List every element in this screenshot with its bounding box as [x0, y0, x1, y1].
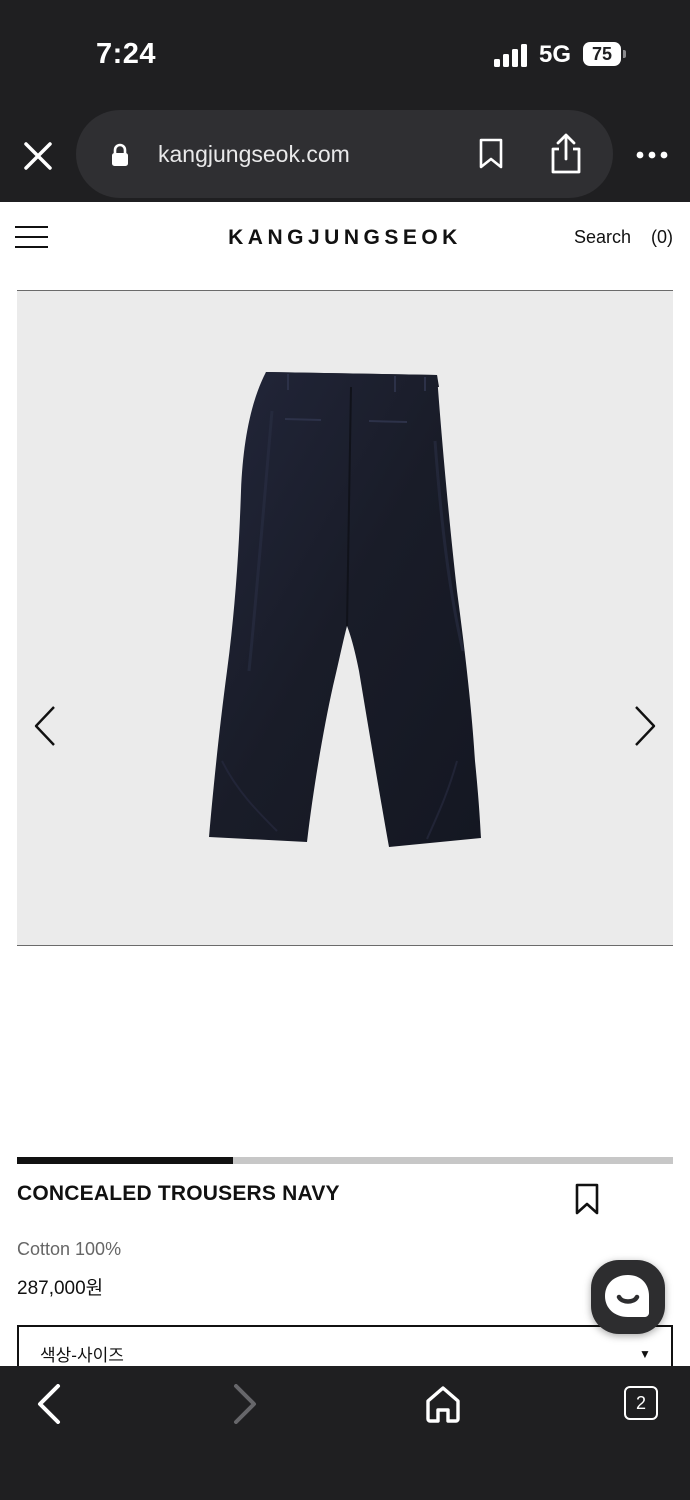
select-placeholder: 색상-사이즈 [40, 1346, 124, 1365]
bookmark-icon[interactable] [478, 138, 504, 170]
battery-icon: 75 [583, 42, 627, 68]
battery-tip [623, 50, 626, 58]
cart-link[interactable]: (0) [651, 227, 673, 248]
navy-trousers-product-photo [209, 372, 481, 847]
ellipsis-icon[interactable] [636, 149, 668, 161]
chevron-left-icon[interactable] [34, 1384, 64, 1424]
battery-level: 75 [583, 42, 621, 66]
lock-icon [112, 143, 128, 166]
gallery-progress-fill [17, 1157, 234, 1164]
network-type-label: 5G [539, 41, 572, 68]
gallery-progress-bar [17, 1157, 673, 1164]
product-name: CONCEALED TROUSERS NAVY [17, 1182, 340, 1205]
url-text[interactable]: kangjungseok.com [158, 141, 350, 168]
chat-button[interactable] [591, 1260, 665, 1334]
caret-down-icon: ▼ [639, 1347, 651, 1361]
chat-smile-icon [605, 1275, 649, 1317]
browser-bottom-toolbar [0, 1366, 690, 1500]
share-icon[interactable] [548, 133, 584, 175]
search-link[interactable]: Search [574, 227, 631, 248]
chevron-right-icon[interactable] [630, 704, 660, 748]
bookmark-icon[interactable] [574, 1182, 600, 1216]
chevron-right-icon[interactable] [230, 1384, 260, 1424]
close-icon[interactable] [18, 136, 58, 176]
chevron-left-icon[interactable] [30, 704, 60, 748]
product-price: 287,000원 [17, 1278, 104, 1299]
home-icon[interactable] [424, 1384, 462, 1424]
tab-count: 2 [624, 1386, 658, 1420]
product-material: Cotton 100% [17, 1239, 122, 1259]
tabs-overview-button[interactable]: 2 [624, 1386, 658, 1420]
status-time: 7:24 [96, 38, 157, 70]
cellular-signal-icon [494, 44, 527, 67]
product-image-gallery[interactable] [17, 290, 673, 946]
